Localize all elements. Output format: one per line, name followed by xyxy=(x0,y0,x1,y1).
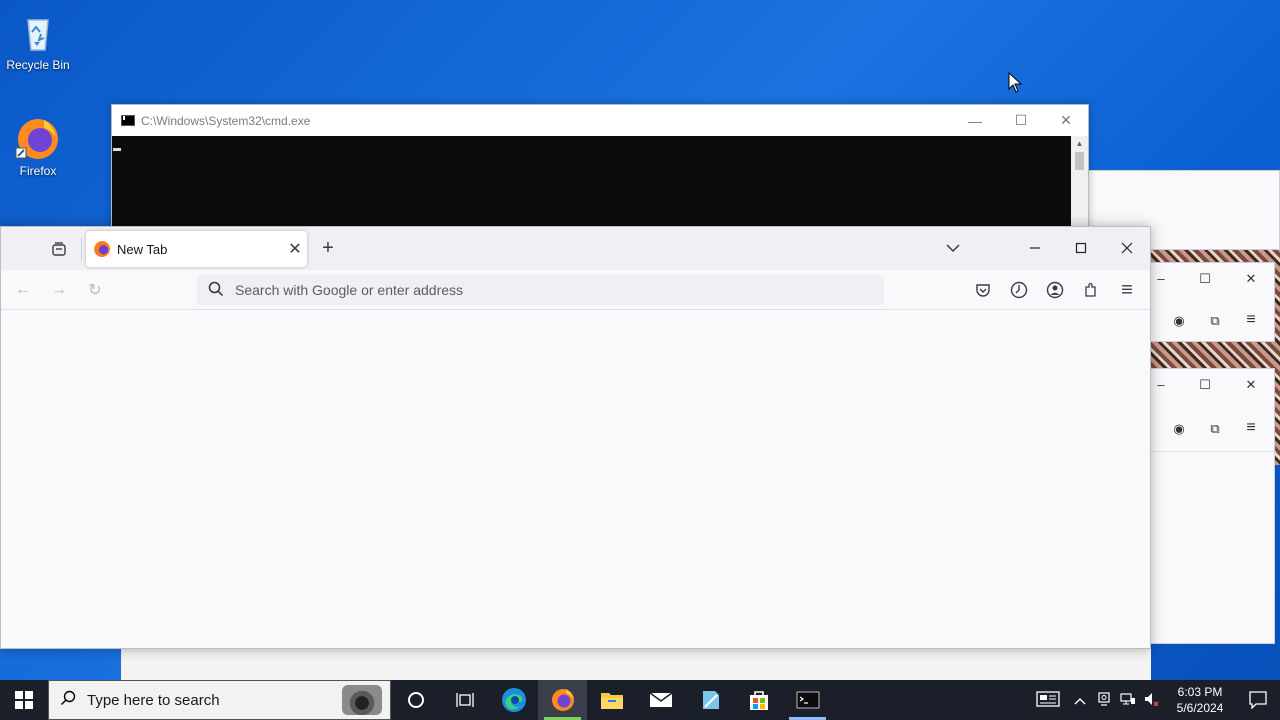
scroll-up-icon[interactable]: ▲ xyxy=(1071,136,1088,152)
forward-button[interactable]: → xyxy=(47,278,71,302)
background-firefox-window-2[interactable]: – ☐ ✕ ◉ ⧉ ≡ xyxy=(1150,368,1276,644)
news-widget-icon[interactable] xyxy=(1028,690,1068,711)
firefox-icon xyxy=(551,689,574,711)
extensions-icon[interactable]: ⧉ xyxy=(1205,421,1225,437)
account-icon[interactable]: ◉ xyxy=(1169,421,1189,437)
cmd-title-bar[interactable]: C:\Windows\System32\cmd.exe xyxy=(112,105,1088,136)
list-all-tabs-icon[interactable] xyxy=(941,236,965,260)
desktop-icon-recycle-bin[interactable]: Recycle Bin xyxy=(0,8,76,72)
cmd-scrollbar[interactable]: ▲ xyxy=(1071,136,1088,235)
tab-bar: New Tab ✕ + xyxy=(1,227,1150,270)
divider xyxy=(1151,451,1276,452)
cortana-button[interactable] xyxy=(391,680,440,720)
device-icon[interactable] xyxy=(1092,691,1116,709)
notification-icon xyxy=(1249,691,1267,709)
taskbar: Type here to search 6:03 PM 5/6/2024 xyxy=(0,680,1280,720)
search-placeholder: Type here to search xyxy=(87,691,220,709)
network-icon[interactable] xyxy=(1116,692,1140,709)
search-icon xyxy=(197,281,235,300)
recycle-bin-icon xyxy=(14,8,62,56)
cmd-icon xyxy=(121,115,135,126)
notepad-icon xyxy=(702,691,719,709)
clock-time: 6:03 PM xyxy=(1177,685,1223,699)
cmd-console[interactable] xyxy=(112,136,1072,235)
maximize-button[interactable] xyxy=(1069,236,1093,260)
desktop-icon-firefox[interactable]: Firefox xyxy=(0,114,76,178)
search-highlight-camera-icon xyxy=(342,685,382,715)
taskbar-search-box[interactable]: Type here to search xyxy=(48,680,391,720)
firefox-favicon-icon xyxy=(94,241,110,257)
desktop-icon-label: Firefox xyxy=(19,164,57,178)
volume-muted-icon[interactable] xyxy=(1140,692,1164,709)
maximize-button[interactable]: ☐ xyxy=(998,105,1044,136)
maximize-button[interactable]: ☐ xyxy=(1195,271,1215,287)
taskbar-app-store[interactable] xyxy=(734,680,783,720)
cmd-window-title: C:\Windows\System32\cmd.exe xyxy=(141,113,311,128)
show-hidden-icons-chevron-up-icon[interactable] xyxy=(1068,693,1092,708)
clock[interactable]: 6:03 PM 5/6/2024 xyxy=(1164,684,1236,716)
folder-icon xyxy=(600,693,623,709)
close-button[interactable]: ✕ xyxy=(1241,271,1261,287)
start-button[interactable] xyxy=(0,680,48,720)
tab-close-icon[interactable]: ✕ xyxy=(283,239,307,259)
menu-icon[interactable]: ≡ xyxy=(1115,278,1139,302)
extensions-icon[interactable] xyxy=(1079,278,1103,302)
close-button[interactable] xyxy=(1115,236,1139,260)
taskbar-app-firefox[interactable] xyxy=(538,680,587,720)
cortana-icon xyxy=(407,692,424,708)
new-tab-button[interactable]: + xyxy=(316,236,340,260)
mouse-pointer-icon xyxy=(1008,71,1023,97)
tab-divider xyxy=(81,237,82,261)
minimize-button[interactable]: – xyxy=(1151,271,1171,286)
tab-title: New Tab xyxy=(117,241,168,257)
page-content[interactable] xyxy=(1,311,1150,648)
scroll-thumb[interactable] xyxy=(1075,152,1084,170)
account-icon[interactable] xyxy=(1043,278,1067,302)
maximize-button[interactable]: ☐ xyxy=(1195,377,1215,393)
address-input[interactable] xyxy=(235,282,855,298)
clock-date: 5/6/2024 xyxy=(1176,701,1224,715)
task-view-icon xyxy=(455,693,474,707)
pocket-icon[interactable] xyxy=(971,278,995,302)
tab-new-tab[interactable]: New Tab ✕ xyxy=(86,231,307,267)
account-icon[interactable]: ◉ xyxy=(1169,313,1189,329)
downloads-progress-icon[interactable] xyxy=(1007,278,1031,302)
minimize-button[interactable] xyxy=(1023,236,1047,260)
notification-center-button[interactable] xyxy=(1236,691,1280,709)
minimize-button[interactable]: — xyxy=(952,105,998,136)
task-view-button[interactable] xyxy=(440,680,489,720)
taskbar-app-notepad[interactable] xyxy=(685,680,734,720)
navigation-toolbar: ← → ↻ ≡ xyxy=(1,270,1150,310)
mail-icon xyxy=(649,692,672,707)
close-button[interactable]: ✕ xyxy=(1241,377,1261,393)
minimize-button[interactable]: – xyxy=(1151,377,1171,392)
store-icon xyxy=(749,691,768,710)
search-icon xyxy=(49,690,87,711)
firefox-window[interactable]: New Tab ✕ + ← → ↻ Search with Google or … xyxy=(0,226,1151,649)
taskbar-app-edge[interactable] xyxy=(489,680,538,720)
desktop-icon-label: Recycle Bin xyxy=(6,58,70,72)
menu-icon[interactable]: ≡ xyxy=(1241,311,1261,329)
menu-icon[interactable]: ≡ xyxy=(1241,419,1261,437)
system-tray: 6:03 PM 5/6/2024 xyxy=(1028,680,1280,720)
taskbar-app-terminal[interactable] xyxy=(783,680,832,720)
address-bar[interactable] xyxy=(197,275,884,305)
text-cursor xyxy=(113,148,121,151)
back-button[interactable]: ← xyxy=(11,278,35,302)
firefox-icon xyxy=(14,114,62,162)
taskbar-app-file-explorer[interactable] xyxy=(587,680,636,720)
close-button[interactable]: ✕ xyxy=(1043,105,1089,136)
extensions-icon[interactable]: ⧉ xyxy=(1205,313,1225,329)
reload-button[interactable]: ↻ xyxy=(83,278,107,302)
firefox-view-icon[interactable] xyxy=(47,237,71,261)
cmd-window[interactable]: C:\Windows\System32\cmd.exe — ☐ ✕ ▲ xyxy=(111,104,1089,235)
edge-icon xyxy=(501,688,526,712)
terminal-icon xyxy=(796,691,819,709)
background-window-bottom xyxy=(121,648,1151,680)
taskbar-app-mail[interactable] xyxy=(636,680,685,720)
windows-logo-icon xyxy=(15,691,33,709)
background-firefox-window-1[interactable]: – ☐ ✕ ◉ ⧉ ≡ xyxy=(1150,262,1275,342)
